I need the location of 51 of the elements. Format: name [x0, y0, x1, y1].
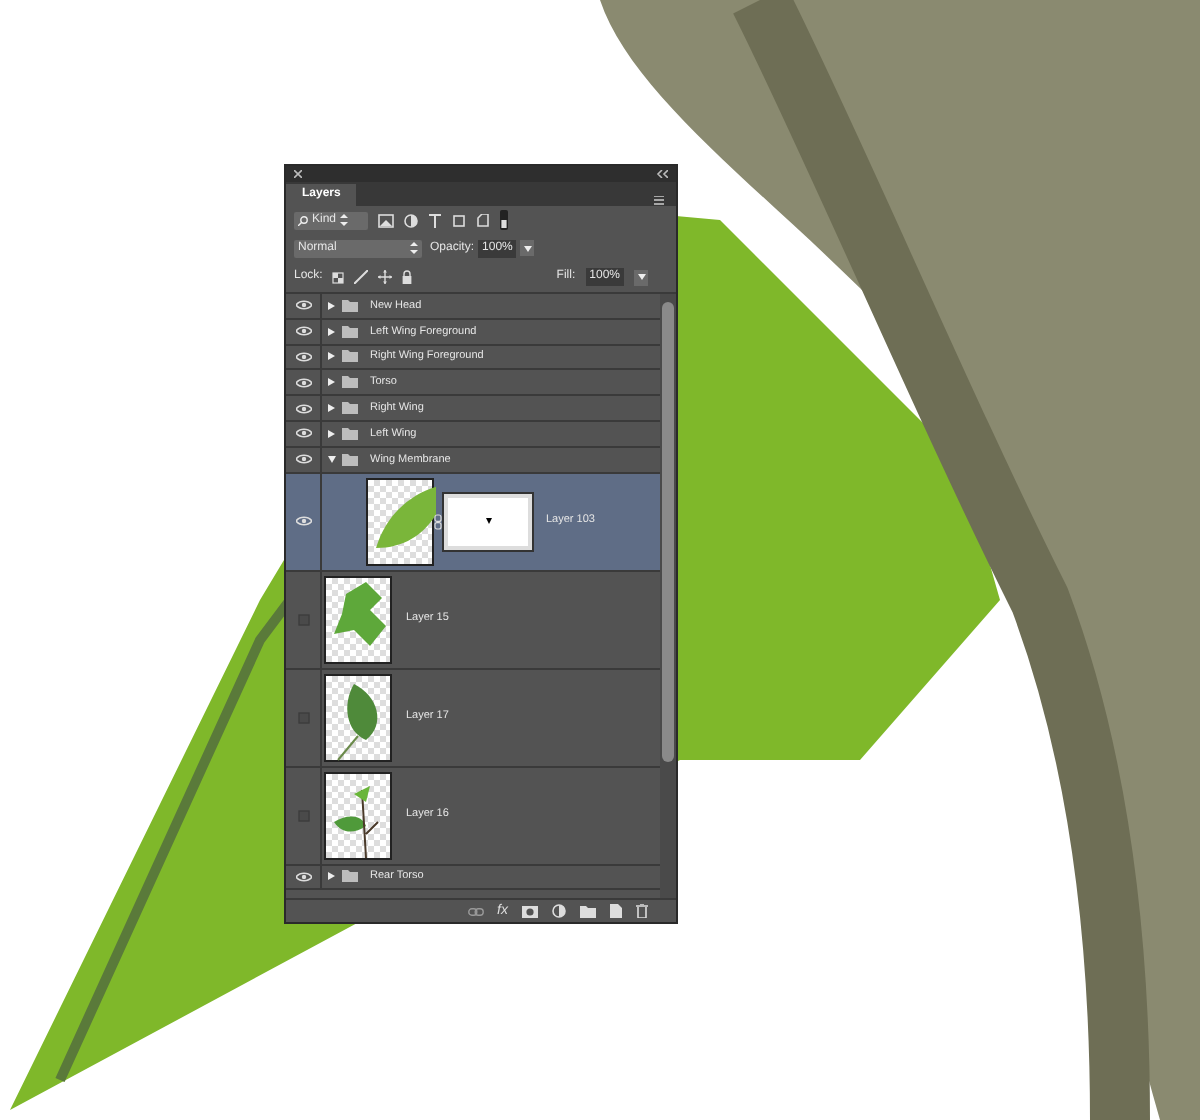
collapsed-triangle-icon[interactable] [328, 327, 336, 336]
close-icon[interactable] [294, 170, 302, 178]
link-icon[interactable] [467, 907, 484, 915]
caret-icon [637, 274, 645, 280]
leaf-thumbnail [324, 771, 392, 860]
caret-icon [523, 245, 532, 251]
eye-icon[interactable] [295, 516, 311, 527]
collapsed-triangle-icon[interactable] [328, 404, 336, 413]
folder-icon[interactable] [580, 905, 596, 917]
collapsed-triangle-icon[interactable] [328, 352, 336, 361]
eye-icon[interactable] [295, 300, 311, 311]
expanded-triangle-icon[interactable] [328, 455, 336, 464]
updown-icon [340, 214, 349, 226]
eye-icon[interactable] [295, 403, 311, 414]
eye-icon[interactable] [295, 871, 311, 882]
checker-lock-icon[interactable] [332, 271, 345, 283]
eye-icon[interactable] [295, 351, 311, 362]
collapse-icon[interactable] [656, 170, 668, 178]
image-filter-icon[interactable] [378, 213, 394, 227]
new-layer-icon[interactable] [610, 904, 622, 918]
search-icon [298, 215, 308, 225]
leaf-thumbnail [324, 575, 392, 664]
move-lock-icon[interactable] [378, 270, 393, 284]
collapsed-triangle-icon[interactable] [328, 378, 336, 387]
menu-icon[interactable] [654, 196, 668, 206]
adjustment-icon[interactable] [552, 904, 566, 918]
mask-icon[interactable] [522, 905, 538, 917]
padlock-icon[interactable] [402, 270, 413, 284]
filter-toggle-icon[interactable] [500, 210, 508, 230]
opacity-arrow-button[interactable] [520, 240, 535, 256]
chain-link-icon [434, 513, 442, 530]
shape-filter-icon[interactable] [452, 213, 466, 227]
smart-object-filter-icon[interactable] [476, 213, 490, 227]
mask-mark-icon [485, 518, 491, 525]
folder-icon [342, 870, 358, 883]
brush-lock-icon[interactable] [354, 270, 369, 284]
eye-icon[interactable] [295, 454, 311, 465]
eye-icon[interactable] [295, 377, 311, 388]
collapsed-triangle-icon[interactable] [328, 429, 336, 438]
trash-icon[interactable] [636, 904, 648, 918]
scrollbar-thumb[interactable] [662, 302, 674, 762]
eye-icon[interactable] [295, 326, 311, 337]
half-circle-filter-icon[interactable] [404, 213, 418, 227]
collapsed-triangle-icon[interactable] [328, 872, 336, 881]
leaf-thumbnail [366, 477, 434, 566]
updown-icon [410, 242, 418, 254]
leaf-thumbnail [324, 673, 392, 762]
type-filter-icon[interactable] [428, 213, 442, 227]
fill-arrow-button[interactable] [634, 269, 648, 285]
eye-icon[interactable] [295, 428, 311, 439]
collapsed-triangle-icon[interactable] [328, 301, 336, 310]
